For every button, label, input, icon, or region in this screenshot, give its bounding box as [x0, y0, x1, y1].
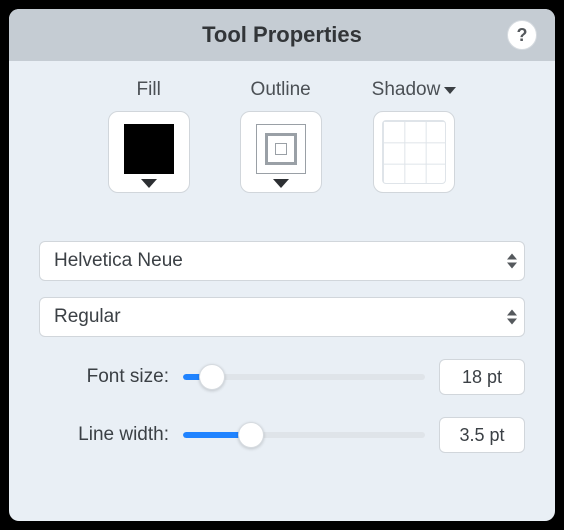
shadow-grid-icon	[382, 120, 446, 184]
font-size-value: 18 pt	[462, 367, 502, 388]
shadow-label-text: Shadow	[372, 79, 441, 101]
font-size-slider[interactable]	[183, 364, 425, 390]
fill-color-icon	[124, 124, 174, 174]
fill-column: Fill	[108, 79, 190, 193]
slider-thumb[interactable]	[199, 364, 225, 390]
font-size-row: Font size: 18 pt	[39, 359, 525, 395]
panel-content: Fill Outline Sh	[9, 61, 555, 521]
help-button[interactable]: ?	[507, 20, 537, 50]
font-style-value: Regular	[54, 306, 121, 328]
font-size-input[interactable]: 18 pt	[439, 359, 525, 395]
panel-title: Tool Properties	[202, 22, 362, 48]
slider-thumb[interactable]	[238, 422, 264, 448]
line-width-value: 3.5 pt	[459, 425, 504, 446]
line-width-input[interactable]: 3.5 pt	[439, 417, 525, 453]
font-style-row: Regular	[39, 297, 525, 337]
swatch-row: Fill Outline Sh	[39, 79, 525, 193]
outline-label: Outline	[251, 79, 311, 101]
chevron-down-icon	[273, 179, 289, 188]
panel-header: Tool Properties ?	[9, 9, 555, 61]
shadow-swatch[interactable]	[373, 111, 455, 193]
font-family-row: Helvetica Neue	[39, 241, 525, 281]
outline-style-icon	[256, 124, 306, 174]
line-width-slider[interactable]	[183, 422, 425, 448]
slider-track	[183, 432, 425, 438]
outline-swatch[interactable]	[240, 111, 322, 193]
shadow-label[interactable]: Shadow	[372, 79, 457, 101]
font-family-select[interactable]: Helvetica Neue	[39, 241, 525, 281]
fill-label: Fill	[137, 79, 161, 101]
help-icon: ?	[517, 25, 528, 46]
outline-column: Outline	[240, 79, 322, 193]
fill-swatch[interactable]	[108, 111, 190, 193]
line-width-row: Line width: 3.5 pt	[39, 417, 525, 453]
shadow-preview	[382, 120, 446, 184]
fill-preview	[117, 120, 181, 177]
chevron-down-icon	[444, 87, 456, 94]
shadow-column: Shadow	[372, 79, 457, 193]
line-width-label: Line width:	[39, 424, 169, 446]
font-style-select[interactable]: Regular	[39, 297, 525, 337]
chevron-down-icon	[141, 179, 157, 188]
font-size-label: Font size:	[39, 366, 169, 388]
font-family-value: Helvetica Neue	[54, 250, 183, 272]
outline-preview	[249, 120, 313, 177]
tool-properties-panel: Tool Properties ? Fill Outline	[9, 9, 555, 521]
